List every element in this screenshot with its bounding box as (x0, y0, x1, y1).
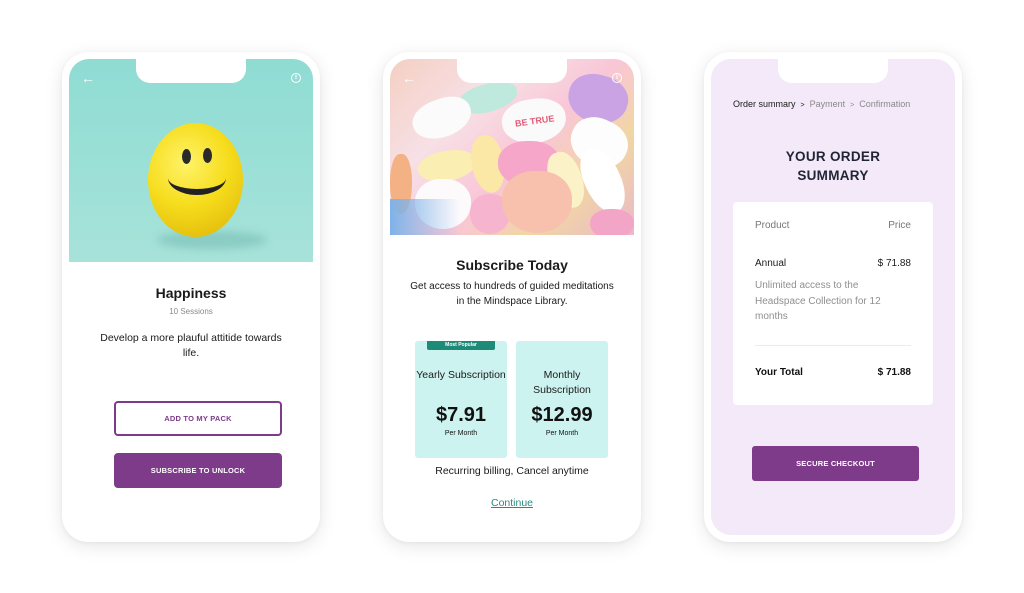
breadcrumb-separator: > (850, 102, 855, 109)
plan-card-yearly[interactable]: Most Popular Yearly Subscription $7.91 P… (415, 341, 507, 458)
total-label: Your Total (755, 367, 803, 378)
subscribe-title: Subscribe Today (456, 257, 568, 273)
info-icon[interactable]: i (612, 73, 622, 83)
breadcrumb: Order summary > Payment > Confirmation (733, 99, 945, 109)
billing-note: Recurring billing, Cancel anytime (435, 465, 589, 477)
most-popular-badge: Most Popular (427, 341, 495, 350)
product-header: Product (755, 220, 790, 231)
continue-link[interactable]: Continue (390, 497, 634, 509)
pack-title: Happiness (155, 285, 227, 301)
phone-subscribe-screen: BE TRUE ← i Subscribe Today Get access t… (383, 52, 641, 542)
back-arrow-icon[interactable]: ← (81, 71, 95, 85)
add-to-pack-button[interactable]: ADD TO MY PACK (114, 401, 282, 436)
item-name: Annual (755, 258, 787, 269)
blue-blur (390, 199, 460, 235)
hero-image-candy-hearts: BE TRUE (390, 59, 634, 235)
breadcrumb-separator: > (800, 102, 805, 109)
order-card: Product Price Annual $ 71.88 Unlimited a… (733, 202, 933, 405)
pack-description: Develop a more plauful attitide towards … (100, 332, 282, 359)
order-title: YOUR ORDER SUMMARY (785, 149, 881, 183)
plan-name: Yearly Subscription (416, 369, 506, 381)
session-count: 10 Sessions (169, 307, 213, 316)
breadcrumb-step-order-summary[interactable]: Order summary (733, 99, 796, 109)
phone-notch (457, 59, 567, 83)
order-summary-screen: Order summary > Payment > Confirmation YOUR … (711, 59, 955, 535)
item-price: $ 71.88 (877, 258, 911, 269)
item-description: Unlimited access to the Headspace Collec… (755, 280, 881, 322)
breadcrumb-step-payment[interactable]: Payment (810, 99, 846, 109)
smiley-ball (148, 123, 243, 237)
subscribe-description: Get access to hundreds of guided meditat… (410, 281, 614, 307)
back-arrow-icon[interactable]: ← (402, 71, 416, 85)
price-header: Price (888, 220, 911, 231)
candy (590, 209, 634, 235)
plan-price: $12.99 (531, 404, 593, 426)
candy (502, 171, 572, 233)
phone-notch (778, 59, 888, 83)
plan-card-monthly[interactable]: Monthly Subscription $12.99 Per Month (516, 341, 608, 458)
breadcrumb-step-confirmation[interactable]: Confirmation (859, 99, 910, 109)
smiley-mouth (168, 161, 226, 195)
info-icon[interactable]: i (291, 73, 301, 83)
order-total-row: Your Total $ 71.88 (755, 367, 911, 378)
divider (755, 345, 911, 346)
plan-period: Per Month (545, 430, 579, 437)
pack-screen: ← i Happiness 10 Sessions Develop a more… (69, 59, 313, 535)
subscribe-to-unlock-button[interactable]: SUBSCRIBE TO UNLOCK (114, 453, 282, 488)
plan-name: Monthly Subscription (533, 369, 591, 396)
order-table-header: Product Price (755, 220, 911, 231)
hero-image-smiley-ball (69, 59, 313, 262)
plan-price: $7.91 (435, 404, 487, 426)
phone-order-screen: Order summary > Payment > Confirmation YOUR … (704, 52, 962, 542)
total-value: $ 71.88 (877, 367, 911, 378)
phone-notch (136, 59, 246, 83)
phone-pack-screen: ← i Happiness 10 Sessions Develop a more… (62, 52, 320, 542)
secure-checkout-button[interactable]: SECURE CHECKOUT (752, 446, 919, 481)
subscribe-screen: BE TRUE ← i Subscribe Today Get access t… (390, 59, 634, 535)
order-line-item: Annual $ 71.88 (755, 258, 911, 269)
ball-shadow (157, 231, 267, 249)
plan-period: Per Month (444, 430, 478, 437)
